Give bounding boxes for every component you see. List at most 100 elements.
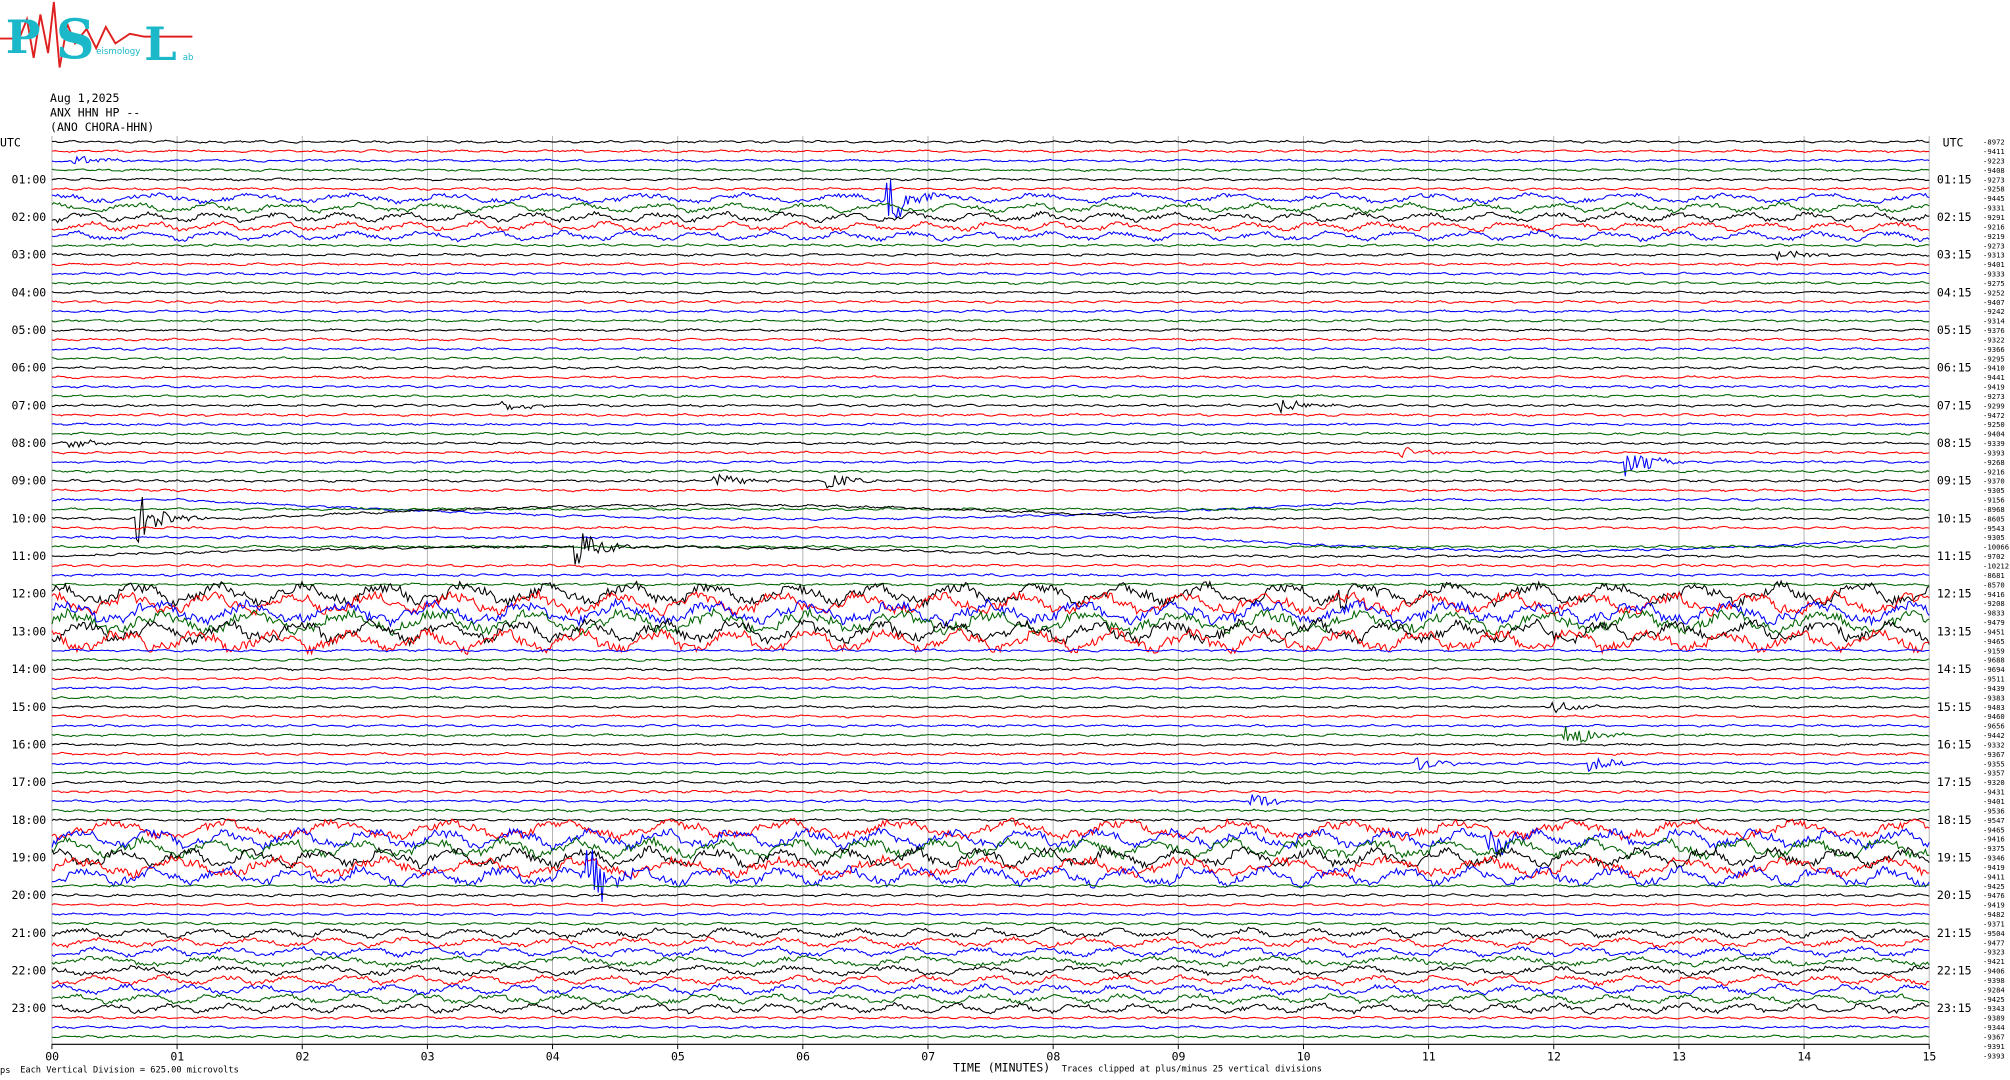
hour-label-left: 03:00 — [12, 248, 47, 262]
logo-letter-s: S — [56, 7, 95, 71]
trace-offset-value: -9407 — [1983, 298, 2005, 307]
trace-offset-value: -9451 — [1983, 627, 2005, 636]
trace-offset-value: -9322 — [1983, 335, 2005, 344]
trace-offset-value: -9273 — [1983, 241, 2005, 250]
header-date: Aug 1,2025 — [50, 91, 119, 105]
hour-label-right: 04:15 — [1937, 285, 1972, 299]
hour-label-right: 16:15 — [1937, 737, 1972, 751]
trace-offset-value: -9216 — [1983, 222, 2005, 231]
hour-label-left: 04:00 — [12, 285, 47, 299]
trace-offset-value: -9299 — [1983, 401, 2005, 410]
footer-clip-note: Traces clipped at plus/minus 25 vertical… — [1062, 1064, 1322, 1074]
trace-offset-value: -9702 — [1983, 552, 2005, 561]
trace-offset-value: -9482 — [1983, 910, 2005, 919]
hour-label-left: 07:00 — [12, 398, 47, 412]
trace-offset-value: -9383 — [1983, 693, 2005, 702]
trace-offset-value: -9833 — [1983, 609, 2005, 618]
header-station: ANX HHN HP -- — [50, 106, 140, 120]
trace-offset-value: -8570 — [1983, 580, 2005, 589]
hour-label-right: 19:15 — [1937, 850, 1972, 864]
trace-offset-value: -9242 — [1983, 307, 2005, 316]
trace-offset-value: -9370 — [1983, 477, 2005, 486]
trace-offset-value: -9439 — [1983, 684, 2005, 693]
trace-offset-value: -9476 — [1983, 891, 2005, 900]
x-tick-label: 10 — [1297, 1050, 1311, 1064]
trace-offset-value: -9223 — [1983, 156, 2005, 165]
trace-offset-value: -9333 — [1983, 270, 2005, 279]
logo-word-ab: ab — [183, 53, 194, 63]
trace-offset-value: -9472 — [1983, 411, 2005, 420]
header-location: (ANO CHORA-HHN) — [50, 120, 154, 134]
trace-offset-value: -9344 — [1983, 1023, 2005, 1032]
x-tick-label: 13 — [1672, 1050, 1686, 1064]
hour-label-left: 14:00 — [12, 662, 47, 676]
trace-offset-value: -9357 — [1983, 769, 2005, 778]
trace-offset-value: -9504 — [1983, 929, 2005, 938]
hour-label-right: 12:15 — [1937, 587, 1972, 601]
x-tick-label: 00 — [45, 1050, 59, 1064]
hour-label-left: 05:00 — [12, 323, 47, 337]
hour-label-right: 22:15 — [1937, 964, 1972, 978]
trace-offset-value: -9346 — [1983, 854, 2005, 863]
hour-label-right: 13:15 — [1937, 624, 1972, 638]
trace-offset-value: -9416 — [1983, 835, 2005, 844]
trace-offset-value: -9465 — [1983, 825, 2005, 834]
hour-label-left: 08:00 — [12, 436, 47, 450]
x-tick-label: 04 — [546, 1050, 560, 1064]
x-tick-label: 01 — [170, 1050, 184, 1064]
hour-label-right: 08:15 — [1937, 436, 1972, 450]
hour-label-right: 23:15 — [1937, 1001, 1972, 1015]
trace-offset-value: -9376 — [1983, 326, 2005, 335]
hour-label-left: 16:00 — [12, 737, 47, 751]
trace-offset-values: -8972-9411-9223-9408-9273-9258-9445-9331… — [1983, 138, 2009, 1061]
trace-offset-value: -9419 — [1983, 901, 2005, 910]
x-tick-label: 05 — [671, 1050, 685, 1064]
trace-offset-value: -9656 — [1983, 722, 2005, 731]
trace-offset-value: -9252 — [1983, 288, 2005, 297]
hour-label-right: 15:15 — [1937, 700, 1972, 714]
trace-offset-value: -9208 — [1983, 599, 2005, 608]
trace-offset-value: -9250 — [1983, 420, 2005, 429]
trace-offset-value: -9460 — [1983, 712, 2005, 721]
hour-label-left: 02:00 — [12, 210, 47, 224]
trace-offset-value: -9366 — [1983, 345, 2005, 354]
x-tick-label: 06 — [796, 1050, 810, 1064]
hour-label-right: 03:15 — [1937, 248, 1972, 262]
trace-offset-value: -9159 — [1983, 646, 2005, 655]
logo-letter-l: L — [144, 17, 176, 71]
hour-labels-left: 01:00 02:00 03:00 04:00 05:00 06:00 07:00 08:00… — [12, 172, 47, 1015]
hour-label-left: 22:00 — [12, 964, 47, 978]
hour-label-right: 21:15 — [1937, 926, 1972, 940]
hour-label-left: 19:00 — [12, 850, 47, 864]
hour-label-left: 01:00 — [12, 172, 47, 186]
trace-offset-value: -9410 — [1983, 364, 2005, 373]
logo-word-eismology: eismology — [96, 47, 140, 57]
trace-offset-value: -9694 — [1983, 665, 2005, 674]
trace-offset-value: -9216 — [1983, 467, 2005, 476]
hour-label-left: 10:00 — [12, 511, 47, 525]
hour-label-left: 21:00 — [12, 926, 47, 940]
trace-offset-value: -9419 — [1983, 863, 2005, 872]
trace-offset-value: -9688 — [1983, 656, 2005, 665]
trace-offset-value: -9398 — [1983, 976, 2005, 985]
hour-label-left: 23:00 — [12, 1001, 47, 1015]
trace-offset-value: -9258 — [1983, 185, 2005, 194]
trace-offset-value: -9219 — [1983, 232, 2005, 241]
trace-offset-value: -9273 — [1983, 175, 2005, 184]
trace-offset-value: -9401 — [1983, 797, 2005, 806]
logo-letter-p: P — [6, 10, 41, 64]
x-tick-label: 09 — [1172, 1050, 1186, 1064]
trace-offset-value: -9477 — [1983, 938, 2005, 947]
axis-left-utc-label: UTC — [0, 136, 21, 150]
hour-label-right: 14:15 — [1937, 662, 1972, 676]
trace-offset-value: -9284 — [1983, 985, 2005, 994]
trace-offset-value: -8968 — [1983, 505, 2005, 514]
trace-offset-value: -9355 — [1983, 759, 2005, 768]
hour-label-right: 10:15 — [1937, 511, 1972, 525]
trace-offset-value: -9416 — [1983, 590, 2005, 599]
trace-offset-value: -9511 — [1983, 675, 2005, 684]
hour-label-right: 07:15 — [1937, 398, 1972, 412]
trace-offset-value: -9393 — [1983, 1051, 2005, 1060]
helicorder-chart: P S eismology L ab Aug 1,2025 ANX HHN HP… — [0, 0, 2009, 1076]
hour-label-right: 20:15 — [1937, 888, 1972, 902]
